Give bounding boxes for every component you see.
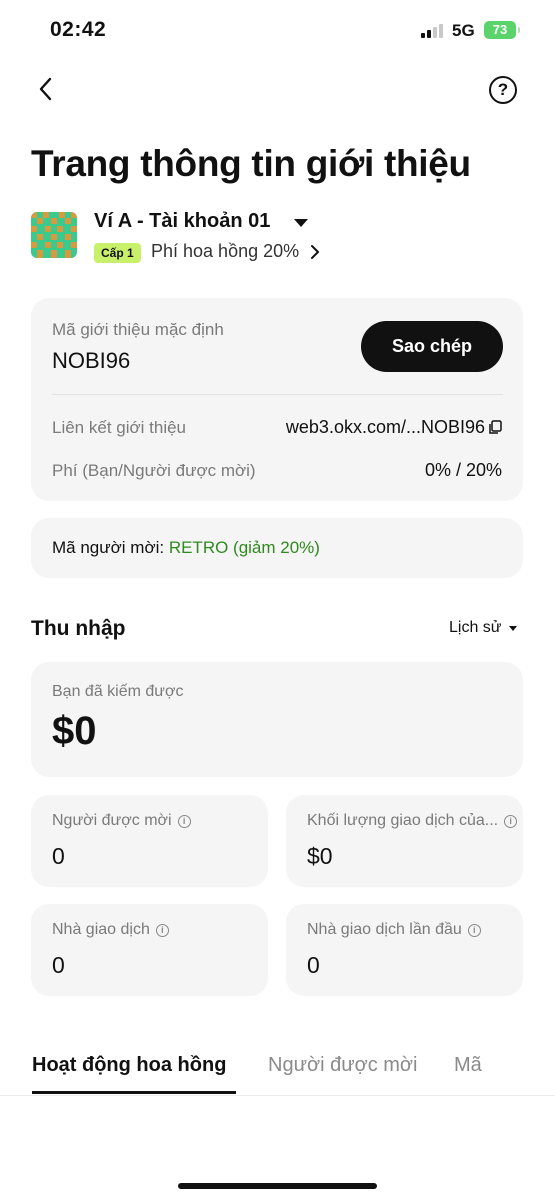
earned-label: Bạn đã kiếm được xyxy=(52,683,184,700)
pixel-avatar-icon xyxy=(31,212,77,258)
info-icon[interactable]: i xyxy=(177,815,191,828)
back-button[interactable] xyxy=(34,76,60,102)
stat-value: 0 xyxy=(52,952,65,978)
wallet-avatar[interactable] xyxy=(31,212,77,258)
referral-link-value[interactable]: web3.okx.com/...NOBI96 xyxy=(286,417,485,438)
copy-code-button[interactable]: Sao chép xyxy=(361,321,503,372)
inviter-row: Mã người mời: RETRO (giảm 20%) xyxy=(52,538,320,558)
stat-value: $0 xyxy=(307,843,333,869)
inviter-card: Mã người mời: RETRO (giảm 20%) xyxy=(31,518,523,578)
caret-down-icon[interactable] xyxy=(509,626,517,631)
stat-card-traders: Nhà giao dịch i 0 xyxy=(31,904,268,996)
cellular-signal-icon xyxy=(421,24,445,38)
tab-codes[interactable]: Mã xyxy=(454,1054,482,1077)
level-badge: Cấp 1 xyxy=(94,243,141,263)
chevron-left-icon xyxy=(39,77,52,101)
stat-label: Nhà giao dịch lần đầu i xyxy=(307,921,481,939)
info-icon[interactable]: i xyxy=(467,924,481,937)
stat-card-invitees: Người được mời i 0 xyxy=(31,795,268,887)
stat-value: 0 xyxy=(52,843,65,869)
wallet-name[interactable]: Ví A - Tài khoản 01 xyxy=(94,210,270,233)
active-tab-indicator xyxy=(32,1091,236,1094)
fee-label: Phí (Bạn/Người được mời) xyxy=(52,461,256,480)
battery-icon: 73 xyxy=(484,21,520,39)
tab-commission-activity[interactable]: Hoạt động hoa hồng xyxy=(32,1054,226,1077)
referral-code-label: Mã giới thiệu mặc định xyxy=(52,320,224,339)
status-bar: 02:42 5G 73 xyxy=(0,0,555,62)
stat-value: 0 xyxy=(307,952,320,978)
stat-label: Người được mời i xyxy=(52,812,191,830)
inviter-code: RETRO (giảm 20%) xyxy=(168,538,320,557)
stat-card-volume: Khối lượng giao dịch của... i $0 xyxy=(286,795,523,887)
referral-code-card: Mã giới thiệu mặc định NOBI96 Sao chép L… xyxy=(31,298,523,501)
status-time: 02:42 xyxy=(50,18,107,41)
earnings-card: Bạn đã kiếm được $0 xyxy=(31,662,523,777)
referral-code-value: NOBI96 xyxy=(52,348,131,373)
info-icon[interactable]: i xyxy=(504,815,518,828)
copy-icon[interactable] xyxy=(488,420,502,435)
stat-label: Nhà giao dịch i xyxy=(52,921,169,939)
caret-down-icon[interactable] xyxy=(294,219,308,227)
commission-rate[interactable]: Phí hoa hồng 20% xyxy=(151,241,299,262)
fee-value: 0% / 20% xyxy=(424,460,502,480)
network-type: 5G xyxy=(452,21,475,40)
page-title: Trang thông tin giới thiệu xyxy=(31,143,471,184)
divider xyxy=(52,394,503,395)
history-dropdown[interactable]: Lịch sử xyxy=(449,619,502,637)
home-indicator[interactable] xyxy=(178,1183,377,1189)
inviter-label: Mã người mời: xyxy=(52,538,169,557)
help-icon[interactable]: ? xyxy=(489,76,517,104)
tab-invitees[interactable]: Người được mời xyxy=(268,1054,417,1077)
info-icon[interactable]: i xyxy=(155,924,169,937)
chevron-right-icon[interactable] xyxy=(308,244,322,260)
tab-bar: Hoạt động hoa hồng Người được mời Mã xyxy=(0,1048,555,1096)
referral-link-label: Liên kết giới thiệu xyxy=(52,418,187,437)
earned-value: $0 xyxy=(52,709,97,753)
stat-label: Khối lượng giao dịch của... i xyxy=(307,812,518,830)
stat-card-first-traders: Nhà giao dịch lần đầu i 0 xyxy=(286,904,523,996)
income-title: Thu nhập xyxy=(31,617,126,640)
